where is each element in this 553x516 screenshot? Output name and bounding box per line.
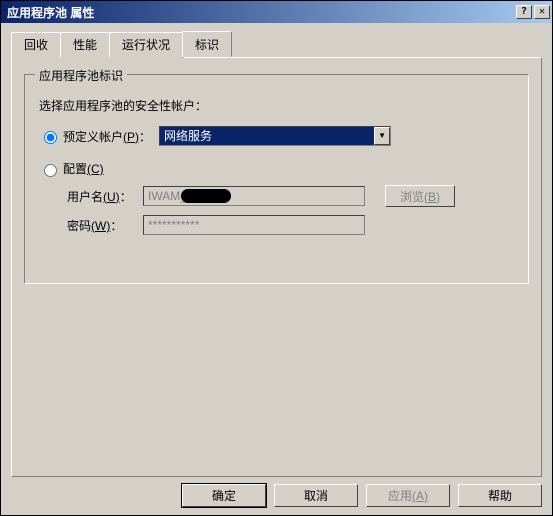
browse-button: 浏览(B) [385,185,455,207]
tab-panel-identity: 应用程序池标识 选择应用程序池的安全性帐户： 预定义帐户(P)： 网络服务 ▼ [11,57,542,477]
configure-row: 配置(C) [39,160,514,177]
help-button[interactable]: 帮助 [458,484,542,507]
apply-button: 应用(A) [366,484,450,507]
tab-strip: 回收 性能 运行状况 标识 [11,31,542,57]
titlebar: 应用程序池 属性 ? ✕ [1,1,552,23]
groupbox-legend: 应用程序池标识 [35,67,127,84]
chevron-down-icon[interactable]: ▼ [374,127,390,145]
prompt-label: 选择应用程序池的安全性帐户： [39,97,514,114]
predefined-label: 预定义帐户(P)： [63,128,151,145]
dialog-window: 应用程序池 属性 ? ✕ 回收 性能 运行状况 标识 应用程序池标识 选择应用程… [0,0,553,516]
password-row: 密码(W)： [67,215,514,235]
username-label: 用户名(U)： [67,188,143,205]
tab-performance[interactable]: 性能 [60,32,110,58]
configure-radio[interactable] [44,164,57,177]
dropdown-selected: 网络服务 [160,127,374,145]
help-icon[interactable]: ? [516,5,532,19]
configure-label: 配置(C) [63,160,104,177]
window-title: 应用程序池 属性 [7,4,514,21]
password-label: 密码(W)： [67,217,143,234]
predefined-radio[interactable] [44,131,57,144]
ok-button[interactable]: 确定 [182,484,266,507]
redacted-block [181,189,231,203]
content-area: 回收 性能 运行状况 标识 应用程序池标识 选择应用程序池的安全性帐户： 预定义… [1,23,552,478]
predefined-account-dropdown[interactable]: 网络服务 ▼ [159,126,391,146]
close-icon[interactable]: ✕ [534,5,550,19]
tab-identity[interactable]: 标识 [182,31,232,57]
identity-groupbox: 应用程序池标识 选择应用程序池的安全性帐户： 预定义帐户(P)： 网络服务 ▼ [24,74,529,284]
password-field [143,215,365,235]
cancel-button[interactable]: 取消 [274,484,358,507]
tab-health[interactable]: 运行状况 [109,32,183,58]
username-row: 用户名(U)： 浏览(B) [67,185,514,207]
tab-recycle[interactable]: 回收 [11,32,61,58]
predefined-account-row: 预定义帐户(P)： 网络服务 ▼ [39,126,514,146]
username-field [143,186,365,206]
button-bar: 确定 取消 应用(A) 帮助 [1,478,552,515]
